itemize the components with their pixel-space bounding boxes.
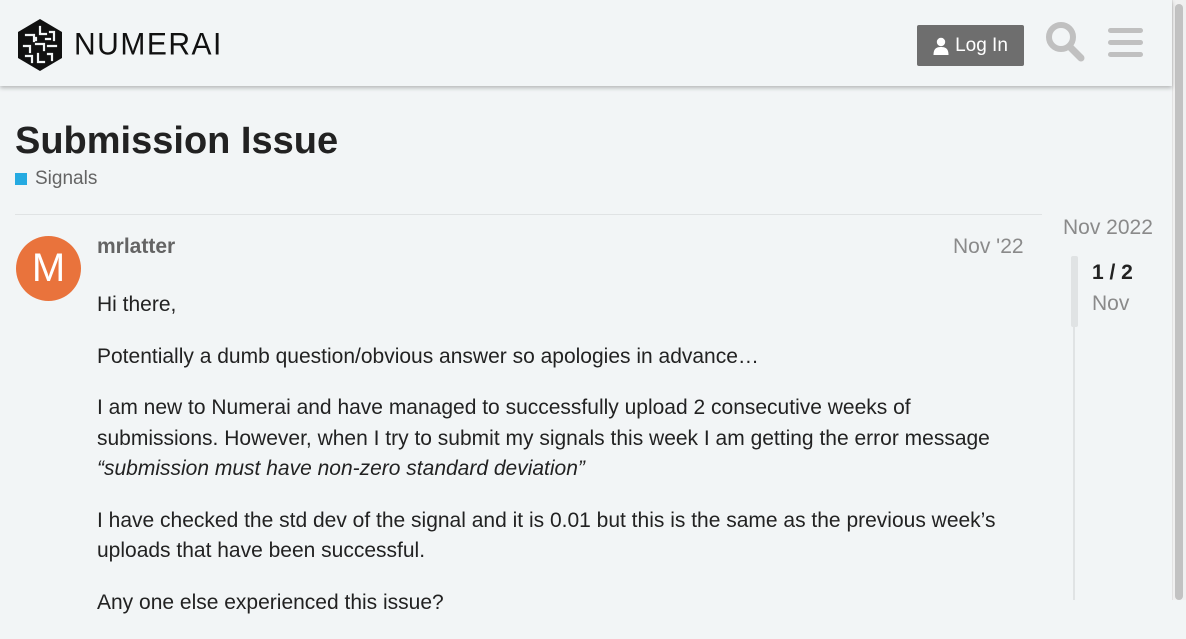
numerai-logo[interactable]: NUMERAI (16, 18, 223, 72)
post-paragraph: Potentially a dumb question/obvious answ… (97, 344, 759, 368)
login-button-label: Log In (955, 34, 1008, 56)
scrollbar-thumb[interactable] (1175, 4, 1183, 600)
timeline-current-date: Nov (1092, 292, 1130, 315)
search-icon[interactable] (1045, 21, 1085, 63)
user-icon (933, 37, 949, 55)
post-paragraph: Any one else experienced this issue? (97, 590, 444, 614)
logo-text: NUMERAI (74, 27, 223, 62)
user-avatar[interactable]: M (16, 236, 81, 301)
error-message-quote: “submission must have non-zero standard … (97, 457, 585, 480)
post-paragraph-text: I am new to Numerai and have managed to … (97, 396, 990, 450)
topic-title[interactable]: Submission Issue (15, 120, 338, 163)
login-button[interactable]: Log In (917, 25, 1024, 66)
topic-divider (15, 214, 1042, 215)
site-header: NUMERAI Log In (0, 0, 1172, 86)
post-paragraph: I have checked the std dev of the signal… (97, 508, 996, 563)
post-paragraph: Hi there, (97, 293, 177, 316)
post-body: Hi there, Potentially a dumb question/ob… (97, 290, 1032, 639)
hamburger-menu-icon[interactable] (1108, 21, 1144, 63)
post-date[interactable]: Nov '22 (953, 235, 1024, 259)
category-label: Signals (35, 168, 98, 189)
timeline-position: 1 / 2 (1092, 261, 1133, 284)
timeline-handle[interactable] (1071, 256, 1078, 327)
timeline-start-date[interactable]: Nov 2022 (1063, 216, 1153, 240)
post-username[interactable]: mrlatter (97, 235, 175, 259)
category-badge[interactable]: Signals (15, 168, 97, 190)
category-color-square (15, 173, 27, 185)
numerai-logo-icon (18, 19, 62, 71)
post-paragraph: I am new to Numerai and have managed to … (97, 393, 1032, 485)
